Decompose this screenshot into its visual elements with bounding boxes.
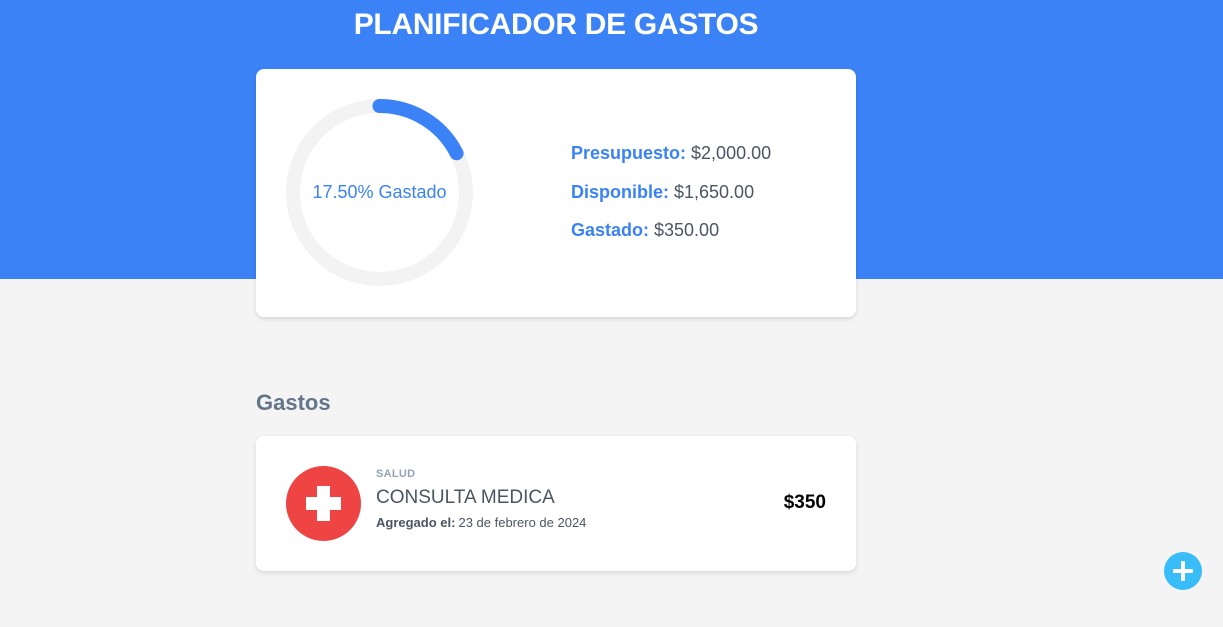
progress-percentage: 17.50% Gastado (312, 182, 447, 202)
gastado-value: $350.00 (654, 220, 720, 240)
expense-category: SALUD (376, 468, 416, 480)
medical-cross-icon (286, 466, 361, 541)
budget-info: Presupuesto: $2,000.00 Disponible: $1,650.… (571, 142, 771, 258)
budget-progress-circle: 17.50% Gastado (286, 99, 473, 286)
add-expense-button[interactable] (1164, 552, 1202, 590)
expense-name: CONSULTA MEDICA (376, 487, 555, 508)
expense-date-label: Agregado el: (376, 515, 456, 530)
expense-date-value: 23 de febrero de 2024 (458, 515, 587, 530)
plus-icon (1173, 561, 1193, 581)
app-title: PLANIFICADOR DE GASTOS (353, 8, 759, 41)
expenses-heading: Gastos (256, 390, 331, 415)
presupuesto-line: Presupuesto: $2,000.00 (571, 142, 771, 164)
presupuesto-label: Presupuesto: (571, 143, 687, 163)
gastado-line: Gastado: $350.00 (571, 219, 771, 241)
disponible-line: Disponible: $1,650.00 (571, 181, 771, 203)
disponible-value: $1,650.00 (674, 181, 755, 202)
presupuesto-value: $2,000.00 (691, 143, 772, 163)
disponible-label: Disponible: (571, 181, 669, 202)
gastado-label: Gastado: (571, 220, 650, 240)
expense-item[interactable]: SALUD CONSULTA MEDICA Agregado el: 23 de … (256, 436, 856, 571)
page: PLANIFICADOR DE GASTOS 17.50% Gastado Pr… (0, 0, 1223, 627)
expense-date: Agregado el: 23 de febrero de 2024 (376, 515, 586, 530)
expense-amount: $350 (783, 492, 826, 513)
budget-card: 17.50% Gastado Presupuesto: $2,000.00 Dis… (256, 69, 856, 317)
